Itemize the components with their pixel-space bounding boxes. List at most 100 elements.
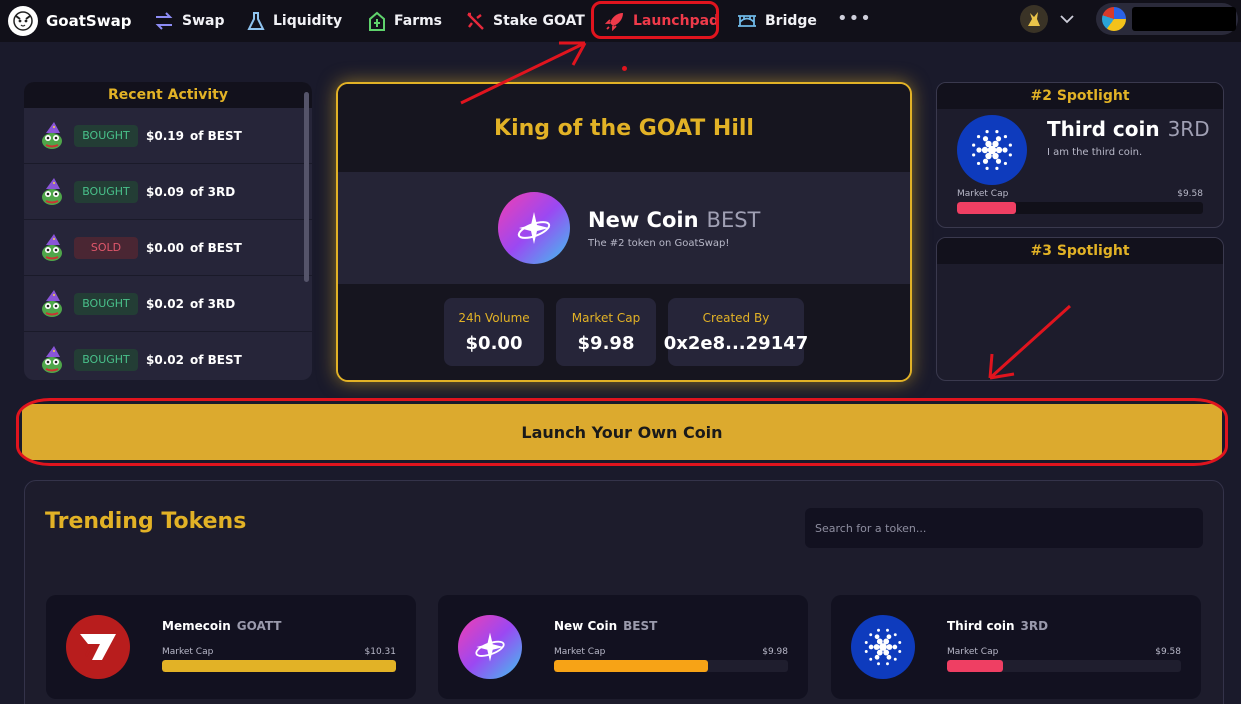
token-name: Third coin — [947, 619, 1015, 633]
account-button[interactable] — [1096, 3, 1238, 35]
trending-tokens-section: Trending Tokens Memecoin GOATT Market Cap… — [24, 480, 1224, 704]
trade-token: of BEST — [189, 240, 242, 255]
king-coin-description: The #2 token on GoatSwap! — [588, 237, 730, 249]
activity-row[interactable]: BOUGHT $0.19 of BEST — [24, 108, 312, 164]
annotation-dot — [622, 66, 627, 71]
third-coin-logo-icon — [851, 615, 915, 679]
token-card-new-coin[interactable]: New Coin BEST Market Cap $9.98 — [438, 595, 808, 699]
trade-amount: $0.09 — [146, 184, 184, 199]
network-selector[interactable] — [1020, 5, 1074, 33]
king-title: King of the GOAT Hill — [338, 84, 910, 172]
mc-value: $9.98 — [762, 647, 788, 657]
memecoin-logo-icon — [66, 615, 130, 679]
activity-row[interactable]: BOUGHT $0.09 of 3RD — [24, 164, 312, 220]
brand[interactable]: GoatSwap — [8, 6, 131, 36]
trade-amount: $0.19 — [146, 128, 184, 143]
nav-liquidity-label: Liquidity — [273, 13, 343, 29]
trade-token: of 3RD — [189, 184, 236, 199]
market-cap-bar — [162, 660, 396, 672]
stat-label: Created By — [702, 310, 770, 325]
pepe-wizard-icon — [42, 177, 62, 205]
trade-type-badge: BOUGHT — [74, 348, 138, 371]
account-address-redacted — [1132, 7, 1236, 31]
mc-label: Market Cap — [162, 647, 214, 657]
bridge-icon — [738, 15, 756, 27]
pepe-wizard-icon — [42, 345, 62, 373]
mc-value: $10.31 — [364, 647, 397, 657]
third-coin-logo-icon — [957, 115, 1027, 185]
trade-token: of 3RD — [189, 296, 236, 311]
brand-name: GoatSwap — [46, 12, 132, 30]
scrollbar[interactable] — [304, 92, 309, 282]
token-symbol: 3RD — [1020, 619, 1049, 633]
spotlight-3-card[interactable]: #3 Spotlight — [936, 237, 1224, 381]
launch-coin-button[interactable]: Launch Your Own Coin — [22, 404, 1222, 460]
trade-type-badge: SOLD — [74, 236, 138, 259]
trade-token: of BEST — [189, 128, 242, 143]
annotation-launchpad-box — [591, 1, 719, 39]
nav-stake-goat[interactable]: Stake GOAT — [465, 0, 585, 42]
token-card-third-coin[interactable]: Third coin 3RD Market Cap $9.58 — [831, 595, 1201, 699]
nav-farms-label: Farms — [394, 13, 443, 29]
trade-amount: $0.02 — [146, 352, 184, 367]
more-menu-icon[interactable]: ••• — [837, 8, 872, 29]
nav-swap-label: Swap — [182, 13, 225, 29]
nav-bridge[interactable]: Bridge — [737, 0, 817, 42]
stat-24h-volume: 24h Volume $0.00 — [444, 298, 544, 366]
spotlight-2-description: I am the third coin. — [1047, 147, 1143, 158]
trade-type-badge: BOUGHT — [74, 292, 138, 315]
new-coin-logo-icon — [498, 192, 570, 264]
mc-value: $9.58 — [1155, 647, 1181, 657]
spotlight-2-name: Third coin — [1047, 117, 1160, 141]
stat-value: $0.00 — [465, 332, 523, 354]
goat-logo-icon — [8, 6, 38, 36]
token-symbol: GOATT — [236, 619, 282, 633]
spotlight-2-card[interactable]: #2 Spotlight Third coin 3RD I am the thir… — [936, 82, 1224, 228]
pepe-wizard-icon — [42, 121, 62, 149]
activity-row[interactable]: BOUGHT $0.02 of 3RD — [24, 276, 312, 332]
swap-icon — [155, 12, 173, 30]
activity-row[interactable]: BOUGHT $0.02 of BEST — [24, 332, 312, 380]
account-avatar — [1102, 7, 1126, 31]
token-name: Memecoin — [162, 619, 231, 633]
trade-token: of BEST — [189, 352, 242, 367]
token-card-memecoin[interactable]: Memecoin GOATT Market Cap $10.31 — [46, 595, 416, 699]
pepe-wizard-icon — [42, 289, 62, 317]
mc-label: Market Cap — [947, 647, 999, 657]
market-cap-bar — [947, 660, 1181, 672]
token-name: New Coin — [554, 619, 618, 633]
token-search-input[interactable] — [805, 508, 1203, 548]
new-coin-logo-icon — [458, 615, 522, 679]
mc-value: $9.58 — [1177, 189, 1203, 199]
king-of-hill-card[interactable]: King of the GOAT Hill New Coin BEST The #… — [336, 82, 912, 382]
trade-type-badge: BOUGHT — [74, 124, 138, 147]
trade-type-badge: BOUGHT — [74, 180, 138, 203]
spotlight-2-symbol: 3RD — [1167, 117, 1210, 141]
market-cap-bar — [957, 202, 1203, 214]
spotlight-2-title: #2 Spotlight — [937, 83, 1223, 109]
nav-swap[interactable]: Swap — [154, 0, 225, 42]
stat-label: 24h Volume — [458, 310, 530, 325]
nav-stake-label: Stake GOAT — [493, 13, 585, 29]
stat-label: Market Cap — [571, 310, 641, 325]
trade-amount: $0.02 — [146, 296, 184, 311]
farm-icon — [369, 11, 385, 31]
nav-liquidity[interactable]: Liquidity — [247, 0, 342, 42]
spotlight-3-title: #3 Spotlight — [937, 238, 1223, 264]
activity-row[interactable]: SOLD $0.00 of BEST — [24, 220, 312, 276]
market-cap-bar — [554, 660, 788, 672]
stat-value: 0x2e8...29147 — [663, 332, 809, 354]
token-symbol: BEST — [623, 619, 658, 633]
stat-value: $9.98 — [577, 332, 635, 354]
stake-icon — [467, 12, 484, 30]
stat-created-by: Created By 0x2e8...29147 — [664, 298, 808, 366]
mc-label: Market Cap — [554, 647, 606, 657]
flask-icon — [247, 12, 265, 30]
king-coin-name: New Coin — [588, 207, 699, 232]
mc-label: Market Cap — [957, 189, 1009, 199]
nav-farms[interactable]: Farms — [368, 0, 442, 42]
nav-bridge-label: Bridge — [765, 13, 817, 29]
recent-activity-title: Recent Activity — [24, 82, 312, 108]
king-coin-symbol: BEST — [706, 207, 761, 232]
trade-amount: $0.00 — [146, 240, 184, 255]
